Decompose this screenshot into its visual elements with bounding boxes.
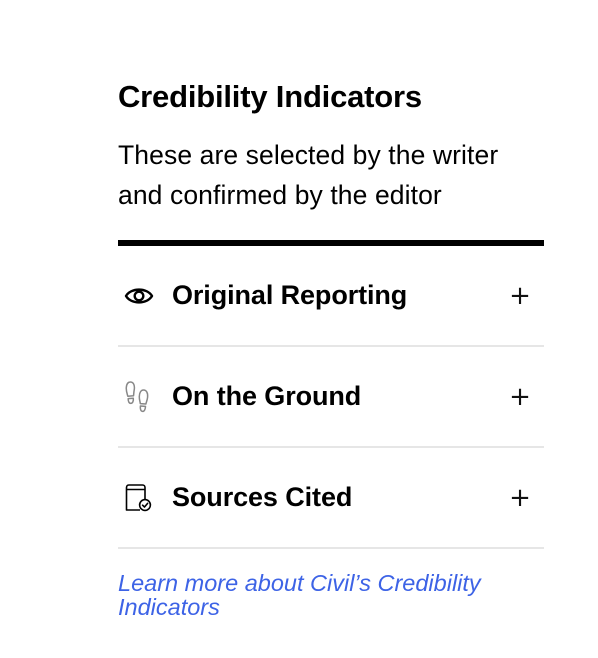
indicator-label: Sources Cited [172,482,353,512]
expand-toggle[interactable]: + [500,485,540,511]
panel-subtitle: These are selected by the writer and con… [118,140,499,210]
indicator-on-the-ground[interactable]: On the Ground + [118,347,544,448]
expand-toggle[interactable]: + [500,384,540,410]
indicator-sources-cited[interactable]: Sources Cited + [118,448,544,549]
credibility-indicators-panel: Credibility Indicators These are selecte… [118,78,544,619]
indicator-list: Original Reporting + On the Ground + Sou… [118,246,544,549]
eye-icon [124,276,168,316]
learn-more-link[interactable]: Learn more about Civil’s Credibility Ind… [118,571,544,619]
panel-title: Credibility Indicators [118,79,422,114]
expand-toggle[interactable]: + [500,283,540,309]
indicator-label: On the Ground [172,381,362,411]
indicator-original-reporting[interactable]: Original Reporting + [118,246,544,347]
document-check-icon [124,478,168,518]
indicator-label: Original Reporting [172,280,408,310]
footprints-icon [124,377,168,417]
